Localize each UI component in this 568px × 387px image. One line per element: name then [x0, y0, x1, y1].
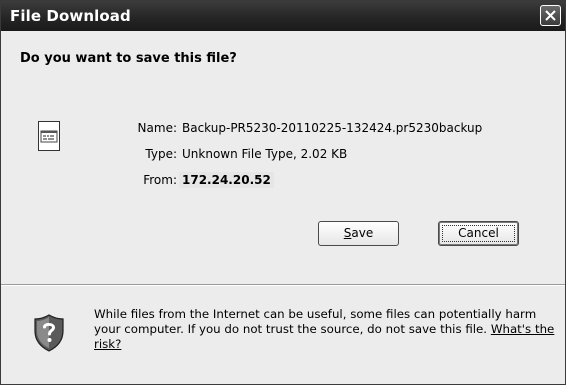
window-title: File Download	[10, 7, 131, 25]
warning-text: While files from the Internet can be use…	[94, 307, 537, 336]
file-type-value: Unknown File Type, 2.02 KB	[182, 147, 348, 161]
save-button[interactable]: Save	[318, 221, 399, 246]
close-button[interactable]	[540, 5, 561, 26]
cancel-button[interactable]: Cancel	[438, 221, 519, 246]
type-label: Type:	[145, 147, 177, 161]
divider-highlight	[1, 285, 565, 286]
save-label-rest: ave	[351, 226, 374, 240]
file-icon	[38, 121, 60, 151]
focus-ring	[442, 225, 515, 242]
close-icon	[545, 10, 556, 21]
file-source-value: 172.24.20.52	[179, 172, 274, 188]
title-bar[interactable]: File Download	[1, 1, 565, 31]
file-download-dialog: File Download Do you want to save this f…	[0, 0, 566, 385]
dialog-question: Do you want to save this file?	[20, 51, 237, 66]
from-label: From:	[143, 173, 177, 187]
shield-warning-icon	[34, 314, 64, 352]
name-label: Name:	[137, 121, 177, 135]
file-name-value: Backup-PR5230-20110225-132424.pr5230back…	[182, 121, 483, 135]
security-warning: While files from the Internet can be use…	[94, 307, 556, 352]
